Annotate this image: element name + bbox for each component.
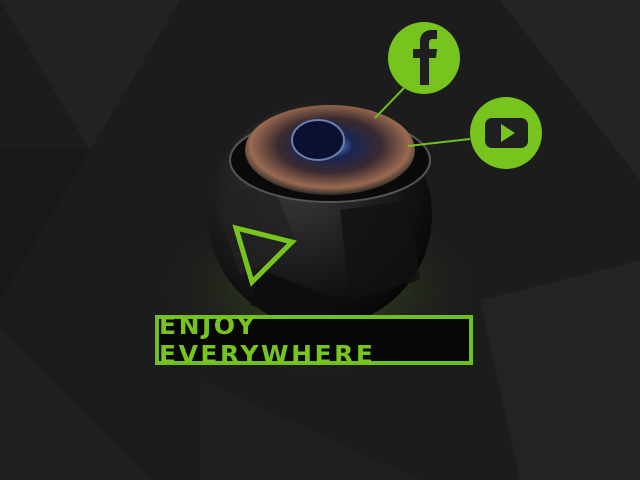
promo-scene bbox=[0, 0, 640, 480]
youtube-icon[interactable] bbox=[470, 97, 542, 169]
tagline-banner: ENJOY EVERYWHERE bbox=[155, 311, 473, 369]
connector-line bbox=[374, 87, 405, 119]
tagline-text: ENJOY EVERYWHERE bbox=[159, 311, 376, 369]
facebook-icon[interactable] bbox=[388, 22, 460, 94]
camera bbox=[208, 103, 432, 327]
